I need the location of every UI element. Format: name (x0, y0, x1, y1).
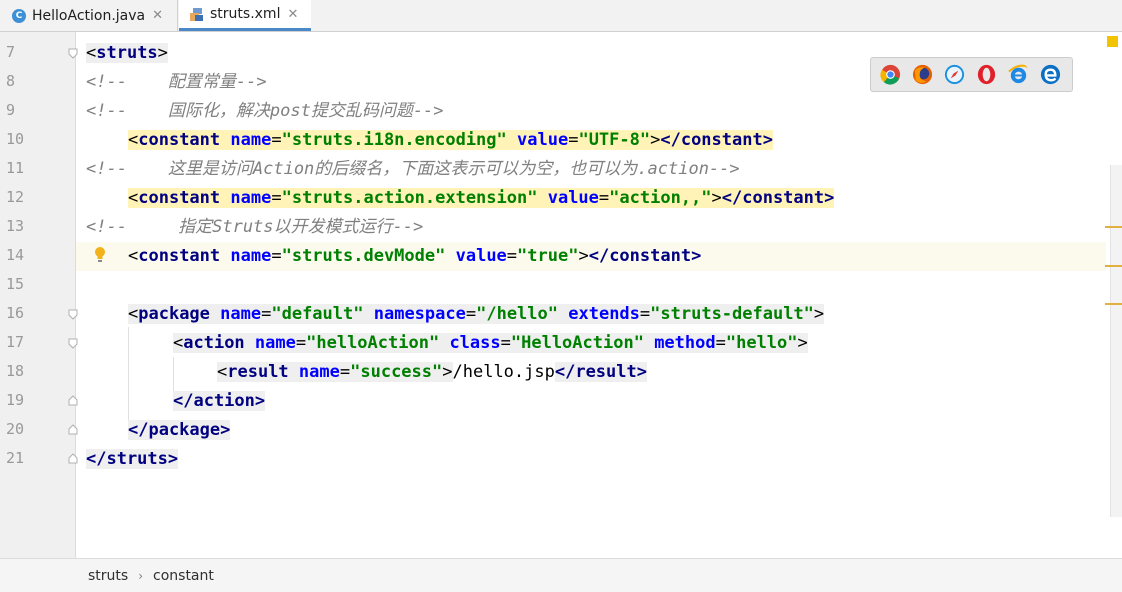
tab-label: HelloAction.java (32, 7, 146, 24)
code-line-12: <constant name="struts.action.extension"… (128, 188, 835, 208)
line-number: 19 (6, 391, 25, 409)
line-number: 18 (6, 362, 25, 380)
line-number: 20 (6, 420, 25, 438)
line-number: 16 (6, 304, 25, 322)
chrome-icon[interactable] (879, 63, 902, 86)
code-line-16: <package name="default" namespace="/hell… (128, 304, 825, 324)
error-stripe-mark[interactable] (1105, 303, 1122, 305)
code-line-13: <!-- 指定Struts以开发模式运行--> (86, 217, 424, 237)
browser-preview-bar (870, 57, 1073, 92)
opera-icon[interactable] (975, 63, 998, 86)
chevron-right-icon: › (138, 568, 144, 583)
code-line-17: <action name="helloAction" class="HelloA… (173, 333, 808, 353)
xml-file-icon (189, 7, 204, 22)
tab-label: struts.xml (210, 6, 281, 22)
line-number: 15 (6, 275, 25, 293)
code-line-9: <!-- 国际化，解决post提交乱码问题--> (86, 101, 444, 121)
java-class-icon: C (12, 8, 26, 23)
edge-icon[interactable] (1039, 63, 1062, 86)
line-number: 8 (6, 72, 16, 90)
code-line-11: <!-- 这里是访问Action的后缀名，下面这表示可以为空，也可以为.acti… (86, 159, 740, 179)
inspection-status-icon[interactable] (1107, 36, 1118, 47)
line-number: 7 (6, 43, 16, 61)
line-number: 14 (6, 246, 25, 264)
line-number: 10 (6, 130, 25, 148)
editor-tab-bar: C HelloAction.java ✕ struts.xml ✕ (0, 0, 1122, 32)
code-editor[interactable]: <struts> <!-- 配置常量--> <!-- 国际化，解决post提交乱… (76, 32, 1106, 558)
ie-icon[interactable] (1007, 63, 1030, 86)
line-number-gutter: 7 8 9 10 11 12 13 14 15 16 17 18 19 20 2… (0, 32, 78, 558)
line-number: 13 (6, 217, 25, 235)
code-line-10: <constant name="struts.i18n.encoding" va… (128, 130, 773, 150)
vertical-scrollbar[interactable] (1110, 165, 1122, 517)
code-line-20: </package> (128, 420, 231, 440)
safari-icon[interactable] (943, 63, 966, 86)
code-line-14: <constant name="struts.devMode" value="t… (76, 242, 1106, 271)
line-number: 17 (6, 333, 25, 351)
lightbulb-icon[interactable] (94, 246, 106, 264)
breadcrumb-item-constant[interactable]: constant (153, 568, 214, 584)
close-icon[interactable]: ✕ (152, 8, 163, 23)
tab-struts-xml[interactable]: struts.xml ✕ (179, 0, 311, 31)
code-line-19: </action> (173, 391, 266, 411)
line-number: 9 (6, 101, 16, 119)
firefox-icon[interactable] (911, 63, 934, 86)
code-line-21: </struts> (86, 449, 179, 469)
close-icon[interactable]: ✕ (287, 7, 298, 22)
line-number: 21 (6, 449, 25, 467)
error-stripe-mark[interactable] (1105, 265, 1122, 267)
code-line-18: <result name="success">/hello.jsp</resul… (217, 362, 647, 382)
line-number: 11 (6, 159, 25, 177)
error-stripe-mark[interactable] (1105, 226, 1122, 228)
line-number: 12 (6, 188, 25, 206)
breadcrumb: struts › constant (0, 558, 1122, 592)
tab-helloaction-java[interactable]: C HelloAction.java ✕ (0, 0, 178, 31)
breadcrumb-item-struts[interactable]: struts (88, 568, 128, 584)
